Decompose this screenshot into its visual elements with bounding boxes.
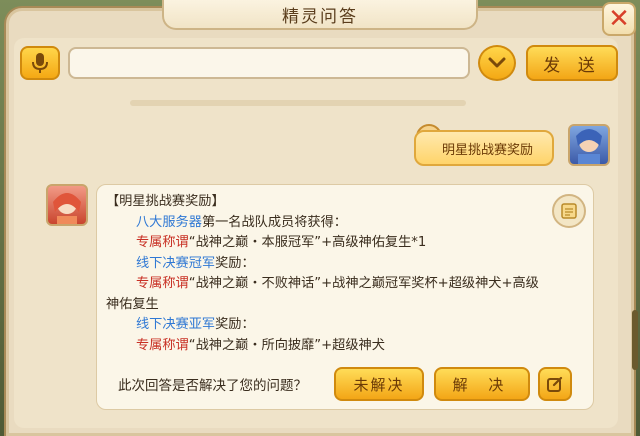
window-title: 精灵问答 [282,6,358,27]
close-icon: ✕ [608,4,630,34]
reply-segment: “战神之巅・本服冠军”+高级神佑复生*1 [188,235,427,250]
unresolved-button[interactable]: 未解决 [334,367,424,401]
user-avatar [568,124,610,166]
quick-options-button[interactable] [478,45,516,81]
microphone-icon [32,53,48,73]
highlight-title: 专属称谓 [136,276,189,291]
reply-segment: 奖励： [215,255,255,271]
reply-line: 神佑复生 [106,295,576,316]
feedback-question: 此次回答是否解决了您的问题？ [118,378,307,394]
reply-segment: 【明星挑战赛奖励】 [106,194,225,209]
reply-segment: “战神之巅・所向披靡”+超级神犬 [188,337,385,353]
scrollbar[interactable] [632,310,638,370]
resolved-button[interactable]: 解 决 [434,367,530,401]
reply-line: 线下决赛亚军奖励： [106,315,576,336]
reply-segment: 奖励： [215,317,255,332]
reply-line: 八大服务器第一名战队成员将获得： [106,213,576,234]
edit-feedback-button[interactable] [538,367,572,401]
highlight-title: 专属称谓 [136,235,189,250]
reply-segment: “战神之巅・不败神话”+战神之巅冠军奖杯+超级神犬+高级 [188,276,539,291]
reply-line: 线下决赛冠军奖励： [106,254,576,275]
send-button[interactable]: 发 送 [526,45,618,81]
highlight-link: 线下决赛冠军 [136,255,216,271]
user-avatar-icon [576,129,602,164]
close-button[interactable]: ✕ [602,2,636,36]
reply-segment: 神佑复生 [106,296,159,312]
title-tab: 精灵问答 [162,0,478,30]
assistant-avatar-icon [53,193,81,224]
timestamp-divider [130,100,466,106]
reply-line: 专属称谓“战神之巅・本服冠军”+高级神佑复生*1 [106,233,576,254]
scroll-detail-button[interactable] [552,194,586,228]
assistant-avatar [46,184,88,226]
highlight-title: 专属称谓 [136,337,189,353]
highlight-link: 线下决赛亚军 [136,317,216,332]
reply-line: 专属称谓“战神之巅・所向披靡”+超级神犬 [106,336,576,357]
reply-segment: 第一名战队成员将获得： [201,214,347,230]
question-input[interactable] [68,47,470,79]
chevron-down-icon [488,57,506,68]
reply-line: 【明星挑战赛奖励】 [106,192,576,213]
reply-line: 专属称谓“战神之巅・不败神话”+战神之巅冠军奖杯+超级神犬+高级 [106,274,576,295]
scroll-icon [561,203,577,219]
assistant-reply-text: 【明星挑战赛奖励】 八大服务器第一名战队成员将获得： 专属称谓“战神之巅・本服冠军”… [106,192,576,356]
user-message-bubble: 明星挑战赛奖励 [414,130,554,166]
user-message-text: 明星挑战赛奖励 [442,142,534,158]
edit-icon [547,376,563,392]
highlight-link: 八大服务器 [136,214,202,230]
voice-input-button[interactable] [20,46,60,80]
